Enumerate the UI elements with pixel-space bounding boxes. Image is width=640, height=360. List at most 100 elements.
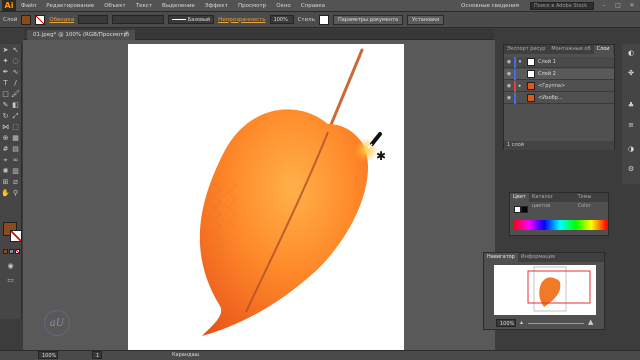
style-swatch[interactable] [318,14,329,25]
perspective-grid-icon[interactable]: ▦ [11,134,20,143]
symbol-sprayer-icon[interactable]: ✺ [1,167,10,176]
blend-tool-icon[interactable]: ∞ [11,156,20,165]
opacity-input[interactable]: 100% [269,15,294,24]
symbols-icon[interactable]: ♣ [626,100,636,110]
opacity-label[interactable]: Непрозрачность [218,17,265,23]
close-tab-icon[interactable]: × [124,30,129,37]
width-tool-icon[interactable]: ⋈ [1,123,10,132]
screen-mode-icon[interactable]: ▭ [6,276,15,285]
tab-artboards[interactable]: Монтажные об [548,45,593,54]
layer-row[interactable]: ◉ ▸ <Группа> [504,80,614,92]
free-transform-icon[interactable]: ⬚ [11,123,20,132]
lasso-icon[interactable]: ◌ [11,57,20,66]
visibility-eye-icon[interactable]: ◉ [504,71,514,77]
brushes-icon[interactable]: ✤ [626,68,636,78]
stroke-label[interactable]: Обводка [49,17,74,23]
stroke-swatch[interactable] [35,14,46,25]
layers-panel: Экспорт ресур Монтажные об Слои ◉ ▾ Слой… [503,44,615,150]
tab-color-guide[interactable]: Каталог цветов [529,193,575,209]
pencil-tool-icon[interactable]: ✎ [1,101,10,110]
layer-thumbnail [527,58,535,66]
expand-arrow-icon[interactable]: ▾ [516,59,524,65]
brush-profile-dropdown[interactable]: Базовый [168,15,215,24]
navigator-panel: Навигатор Информация 100% ▴ ▲ [483,252,605,330]
rectangle-tool-icon[interactable]: □ [1,90,10,99]
menu-object[interactable]: Объект [99,3,131,9]
type-tool-icon[interactable]: T [1,79,10,88]
layer-row[interactable]: ◉ Слой 2 [504,68,614,80]
tab-navigator[interactable]: Навигатор [484,253,518,262]
color-guide-icon[interactable]: ◐ [626,48,636,58]
transparency-icon[interactable]: ◑ [626,144,636,154]
zoom-out-icon[interactable]: ▴ [520,319,523,326]
expand-arrow-icon[interactable]: ▸ [516,83,524,89]
menu-help[interactable]: Справка [296,3,330,9]
gradient-tool-icon[interactable]: ▤ [11,145,20,154]
zoom-in-icon[interactable]: ▲ [588,318,593,326]
appearance-icon[interactable]: ⚙ [626,164,636,174]
paintbrush-tool-icon[interactable]: 🖌 [11,90,20,99]
tab-layers[interactable]: Слои [593,45,613,54]
scale-tool-icon[interactable]: ⤢ [11,112,20,121]
pen-tool-icon[interactable]: ✒ [1,68,10,77]
close-icon[interactable]: ✕ [628,2,636,10]
menu-view[interactable]: Просмотр [233,3,271,9]
artboard[interactable]: ✱ [128,44,404,350]
document-setup-button[interactable]: Параметры документа [332,14,404,25]
slice-tool-icon[interactable]: ⧄ [11,178,20,187]
color-mode-button[interactable] [3,249,8,254]
preferences-button[interactable]: Установки [407,14,445,25]
visibility-eye-icon[interactable]: ◉ [504,59,514,65]
color-panel-stroke[interactable] [521,206,528,213]
none-mode-button[interactable] [15,249,20,254]
rotate-tool-icon[interactable]: ↻ [1,112,10,121]
zoom-slider[interactable] [528,323,584,324]
eyedropper-icon[interactable]: ⌖ [1,156,10,165]
minimize-icon[interactable]: – [600,2,608,10]
mesh-tool-icon[interactable]: # [1,145,10,154]
navigator-preview[interactable] [494,265,596,315]
stroke-color-box[interactable] [10,230,22,242]
hand-tool-icon[interactable]: ✋ [1,189,10,198]
shape-builder-icon[interactable]: ⊕ [1,134,10,143]
zoom-dropdown[interactable]: 100% [38,351,58,359]
tab-asset-export[interactable]: Экспорт ресур [504,45,548,54]
layer-row[interactable]: ◉ ▾ Слой 1 [504,56,614,68]
fill-swatch[interactable] [21,14,32,25]
visibility-eye-icon[interactable]: ◉ [504,83,514,89]
menu-effect[interactable]: Эффект [200,3,233,9]
line-tool-icon[interactable]: / [11,79,20,88]
magic-wand-icon[interactable]: ✦ [1,57,10,66]
layer-row[interactable]: ◉ <Изобр... [504,92,614,104]
artboard-number[interactable]: 1 [92,351,102,359]
color-spectrum-ramp[interactable] [513,220,607,230]
document-tab[interactable]: 01.jpeg* @ 100% (RGB/Просмотр) [27,30,136,40]
draw-mode-icon[interactable]: ◉ [6,262,15,271]
direct-selection-tool-icon[interactable]: ↖ [11,46,20,55]
zoom-tool-icon[interactable]: ⚲ [11,189,20,198]
artboard-tool-icon[interactable]: ⊞ [1,178,10,187]
tab-color-themes[interactable]: Темы Color [575,193,608,209]
menu-edit[interactable]: Редактирование [41,3,99,9]
visibility-eye-icon[interactable]: ◉ [504,95,514,101]
menu-file[interactable]: Файл [16,3,41,9]
tab-color[interactable]: Цвет [510,193,529,202]
navigator-zoom-input[interactable]: 100% [496,319,516,327]
layer-name: Слой 1 [538,59,556,65]
eraser-tool-icon[interactable]: ◧ [11,101,20,110]
tab-info[interactable]: Информация [518,253,558,262]
curvature-tool-icon[interactable]: ∿ [11,68,20,77]
menu-type[interactable]: Текст [131,3,157,9]
stock-search-input[interactable]: Поиск в Adobe Stock [530,1,594,10]
stroke-icon[interactable]: ≡ [626,120,636,130]
graph-tool-icon[interactable]: ▥ [11,167,20,176]
variable-width-dropdown[interactable] [112,15,165,24]
menu-select[interactable]: Выделение [157,3,200,9]
maximize-icon[interactable]: □ [614,2,622,10]
menu-window[interactable]: Окно [271,3,296,9]
selection-tool-icon[interactable]: ➤ [1,46,10,55]
workspace-switcher[interactable]: Основные сведения [456,3,524,9]
color-panel-fill[interactable] [514,206,521,213]
stroke-weight-dropdown[interactable] [78,15,109,24]
gradient-mode-button[interactable] [9,249,14,254]
